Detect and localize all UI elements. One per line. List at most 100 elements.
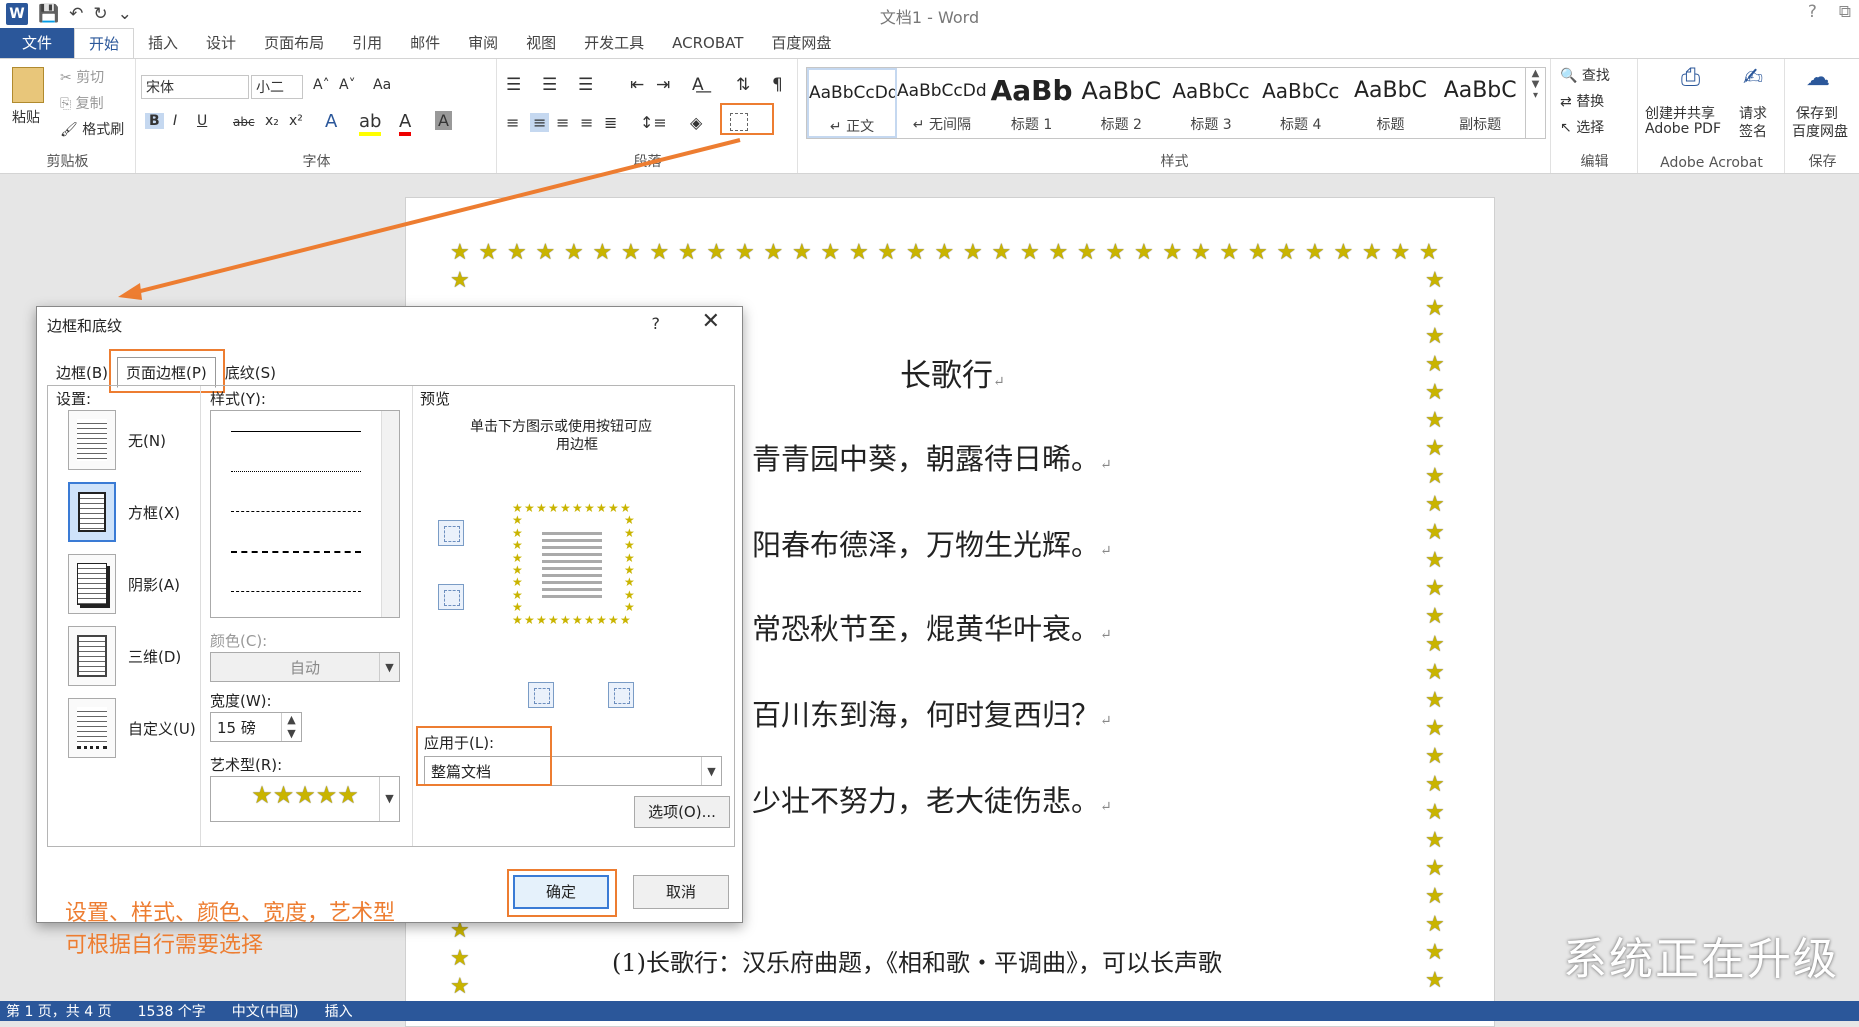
bullets-icon[interactable]: ☰ [506,75,521,95]
dialog-help-button[interactable]: ? [652,314,661,333]
style-dashed-small[interactable] [231,511,361,512]
cancel-button[interactable]: 取消 [633,875,729,909]
asian-layout-icon[interactable]: A͟ [692,75,704,95]
character-shading-icon[interactable]: A [435,111,452,130]
setting-custom-label[interactable]: 自定义(U) [128,718,196,739]
style-title[interactable]: AaBbC标题 [1346,68,1436,138]
dialog-close-button[interactable]: ✕ [702,309,720,334]
tab-borders[interactable]: 边框(B) [47,357,117,388]
language[interactable]: 中文(中国) [232,1001,299,1021]
tab-references[interactable]: 引用 [338,28,396,58]
tab-baidu[interactable]: 百度网盘 [757,28,845,58]
ribbon-display-icon[interactable]: ⧉ [1839,2,1851,22]
show-marks-icon[interactable]: ¶ [772,75,783,95]
style-scrollbar[interactable] [381,411,399,617]
tab-review[interactable]: 审阅 [454,28,512,58]
tab-layout[interactable]: 页面布局 [250,28,338,58]
top-border-button[interactable] [438,520,464,546]
style-heading-1[interactable]: AaBb标题 1 [987,68,1077,138]
cut-button[interactable]: ✂ 剪切 [60,67,104,87]
format-painter-button[interactable]: 🖌 格式刷 [60,119,124,139]
setting-shadow-icon[interactable] [68,554,116,614]
setting-shadow-label[interactable]: 阴影(A) [128,574,180,595]
grow-font-icon[interactable]: A˄ [313,77,330,93]
shading-icon[interactable]: ◈ [690,113,702,132]
subscript-button[interactable]: x₂ [265,113,279,129]
find-button[interactable]: 🔍 查找 [1560,65,1610,85]
tab-acrobat[interactable]: ACROBAT [658,28,757,58]
align-center-icon[interactable]: ≡ [530,113,549,132]
options-button[interactable]: 选项(O)... [634,796,730,828]
font-color-icon[interactable]: A [399,111,411,136]
setting-3d-icon[interactable] [68,626,116,686]
paste-icon[interactable] [12,67,44,103]
numbering-icon[interactable]: ☰ [542,75,557,95]
bottom-border-button[interactable] [438,584,464,610]
increase-indent-icon[interactable]: ⇥ [656,75,670,95]
width-input[interactable]: 15 磅▲▼ [210,712,302,742]
align-right-icon[interactable]: ≡ [556,113,569,132]
style-no-spacing[interactable]: AaBbCcDd↵ 无间隔 [897,68,987,138]
page-count[interactable]: 第 1 页，共 4 页 [6,1001,112,1021]
save-baidu-button[interactable]: 保存到 [1796,103,1838,123]
help-icon[interactable]: ? [1808,2,1817,22]
font-name-select[interactable]: 宋体 [141,75,249,99]
decrease-indent-icon[interactable]: ⇤ [630,75,644,95]
preview-page[interactable]: ★★★★★★★★★★★★★★★★★★★★★★★★★★★★★★★★★★★★ [512,502,636,626]
request-sign-button[interactable]: 请求 [1739,103,1767,123]
italic-button[interactable]: I [173,113,177,129]
justify-icon[interactable]: ≡ [580,113,593,132]
replace-button[interactable]: ⇄ 替换 [1560,91,1604,111]
preview-star: ★ [512,552,523,564]
setting-none-icon[interactable] [68,410,116,470]
style-subtitle[interactable]: AaBbC副标题 [1435,68,1525,138]
underline-button[interactable]: U [197,113,207,129]
highlight-icon[interactable]: ab [359,111,381,136]
setting-box-label[interactable]: 方框(X) [128,502,180,523]
superscript-button[interactable]: x² [289,113,303,129]
style-solid[interactable] [231,431,361,432]
setting-box-icon[interactable] [68,482,116,542]
style-dash-dot[interactable] [231,591,361,592]
create-pdf-button[interactable]: 创建并共享 [1645,103,1715,123]
word-count[interactable]: 1538 个字 [138,1001,206,1021]
tab-file[interactable]: 文件 [0,28,74,58]
shrink-font-icon[interactable]: A˅ [339,77,356,93]
sort-icon[interactable]: ⇅ [736,75,750,95]
strikethrough-button[interactable]: abc [233,115,255,129]
select-button[interactable]: ↖ 选择 [1560,117,1604,137]
border-star: ★ [1425,326,1445,348]
art-select[interactable]: ★★★★★▼ [210,776,400,822]
multilevel-list-icon[interactable]: ☰ [578,75,593,95]
insert-mode[interactable]: 插入 [325,1001,353,1021]
setting-none-label[interactable]: 无(N) [128,430,166,451]
tab-shading[interactable]: 底纹(S) [216,357,285,388]
tab-mailings[interactable]: 邮件 [396,28,454,58]
tab-design[interactable]: 设计 [192,28,250,58]
style-heading-4[interactable]: AaBbCc标题 4 [1256,68,1346,138]
change-case-icon[interactable]: Aa [373,77,391,93]
font-size-select[interactable]: 小二 [251,75,303,99]
style-list[interactable] [210,410,400,618]
copy-button[interactable]: ⎘ 复制 [60,93,104,113]
paste-button[interactable]: 粘贴 [12,107,40,127]
align-left-icon[interactable]: ≡ [506,113,519,132]
style-heading-3[interactable]: AaBbCc标题 3 [1166,68,1256,138]
tab-home[interactable]: 开始 [74,28,134,58]
line-spacing-icon[interactable]: ↕≡ [640,113,667,132]
setting-3d-label[interactable]: 三维(D) [128,646,181,667]
tab-view[interactable]: 视图 [512,28,570,58]
text-effects-icon[interactable]: A [325,111,337,132]
tab-developer[interactable]: 开发工具 [570,28,658,58]
style-heading-2[interactable]: AaBbC标题 2 [1076,68,1166,138]
bold-button[interactable]: B [145,113,164,129]
styles-scroll[interactable]: ▲▼▾ [1525,68,1545,138]
setting-custom-icon[interactable] [68,698,116,758]
left-border-button[interactable] [528,682,554,708]
style-dashed[interactable] [231,551,361,553]
tab-insert[interactable]: 插入 [134,28,192,58]
style-dotted[interactable] [231,471,361,472]
style-normal[interactable]: AaBbCcDd↵ 正文 [807,68,897,138]
distributed-icon[interactable]: ≣ [604,113,617,132]
right-border-button[interactable] [608,682,634,708]
